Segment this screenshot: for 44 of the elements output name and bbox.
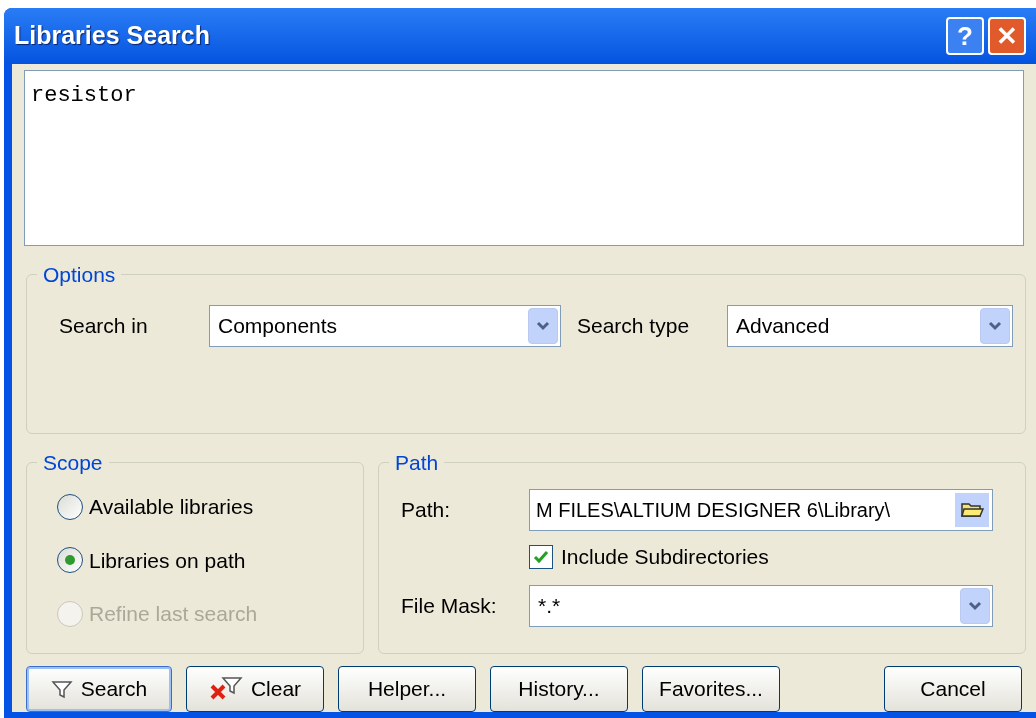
dialog-button[interactable]: Helper... (338, 666, 476, 712)
dropdown-button[interactable] (960, 587, 990, 624)
dropdown-button[interactable] (980, 308, 1010, 344)
dropdown-value: *.* (537, 592, 562, 619)
checkbox-label: Include Subdirectories (561, 544, 769, 570)
dropdown-button[interactable] (528, 308, 558, 344)
filter-icon (50, 679, 73, 699)
dialog-button[interactable]: Favorites... (642, 666, 780, 712)
field-label: Search in (59, 313, 149, 340)
dropdown-field[interactable]: Advanced (727, 305, 1013, 347)
radio-label: Refine last search (89, 601, 258, 627)
query-field[interactable]: resistor (24, 70, 1024, 246)
chevron-down-icon (536, 321, 550, 331)
field-label: Path: (401, 497, 452, 524)
help-button[interactable]: ? (946, 17, 984, 55)
dropdown-field[interactable]: Components (209, 305, 561, 347)
dropdown-value: Components (217, 313, 339, 340)
cancel-button[interactable]: Cancel (884, 666, 1022, 712)
browse-button[interactable] (955, 493, 989, 527)
checkmark-icon (533, 549, 549, 564)
close-button[interactable]: ✕ (988, 17, 1026, 55)
dialog-button[interactable]: History... (490, 666, 628, 712)
radio-option[interactable]: Libraries on path (57, 544, 363, 576)
checkbox-option[interactable]: Include Subdirectories (529, 541, 993, 573)
clear-button[interactable]: Clear (186, 666, 324, 712)
chevron-down-icon (968, 600, 982, 611)
path-value: M FILES\ALTIUM DESIGNER 6\Library\ (535, 498, 892, 523)
clear-filter-icon (208, 676, 243, 702)
radio-label: Available libraries (89, 494, 254, 520)
checkbox[interactable] (529, 544, 553, 569)
field-label: File Mask: (401, 592, 498, 619)
folder-icon (960, 500, 984, 520)
radio-option[interactable]: Available libraries (57, 491, 363, 523)
radio-button[interactable] (57, 493, 83, 520)
dropdown-field[interactable]: *.* (529, 584, 993, 627)
chevron-down-icon (988, 321, 1002, 331)
window-title: Libraries Search (14, 20, 210, 52)
radio-button[interactable] (57, 547, 83, 574)
dropdown-value: Advanced (735, 313, 831, 340)
path-field[interactable]: M FILES\ALTIUM DESIGNER 6\Library\ (529, 489, 993, 531)
search-button[interactable]: Search (26, 666, 172, 712)
radio-label: Libraries on path (89, 547, 246, 574)
query-text: resistor (31, 83, 137, 108)
field-label: Search type (576, 313, 691, 340)
